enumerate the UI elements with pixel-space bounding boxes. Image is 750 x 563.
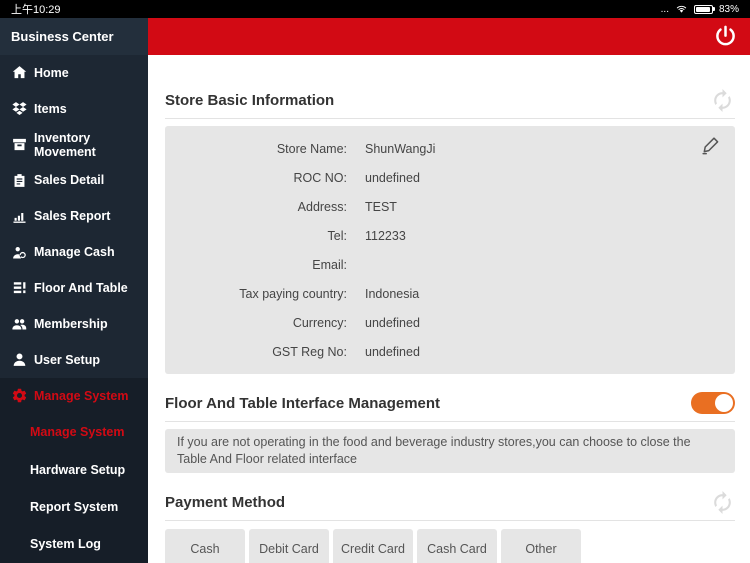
field-value: undefined [365,315,420,330]
payment-methods-row: Cash Debit Card Credit Card Cash Card Ot… [165,529,735,563]
sidebar-subitem-report-system[interactable]: Report System [0,488,148,525]
main-area: Store Basic Information Store Name: ShunW… [148,18,750,563]
field-row: ROC NO: undefined [293,170,420,185]
sidebar-title: Business Center [0,18,148,55]
sidebar-item-inventory-movement[interactable]: Inventory Movement [0,127,148,163]
wifi-icon [676,5,687,13]
sidebar-subitem-manage-system[interactable]: Manage System [0,413,148,450]
sidebar-item-sales-detail[interactable]: Sales Detail [0,163,148,199]
divider [165,421,735,422]
field-row: Currency: undefined [292,315,420,330]
sidebar-item-items[interactable]: Items [0,91,148,127]
sidebar-subitem-system-log[interactable]: System Log [0,526,148,563]
cash-person-icon [13,246,26,259]
sidebar-item-user-setup[interactable]: User Setup [0,342,148,378]
clipboard-icon [14,174,25,187]
sidebar-submenu: Manage System Hardware Setup Report Syst… [0,413,148,563]
status-icons: ... 83% [661,3,739,15]
sync-icon [714,490,731,514]
payment-debit-card-button[interactable]: Debit Card [249,529,329,563]
battery-icon [693,4,715,14]
field-row: GST Reg No: undefined [272,344,420,359]
field-row: Store Name: ShunWangJi [276,141,436,156]
pencil-icon [702,137,719,155]
home-icon [12,66,27,79]
payment-cash-card-button[interactable]: Cash Card [417,529,497,563]
floor-table-toggle[interactable] [691,392,735,414]
sidebar-item-manage-cash[interactable]: Manage Cash [0,234,148,270]
field-value: Indonesia [365,286,420,301]
section-title: Payment Method [165,493,286,511]
field-value: undefined [365,344,420,359]
gear-icon [12,388,27,403]
inventory-icon [13,138,26,151]
section-title: Store Basic Information [165,91,335,109]
sidebar-item-membership[interactable]: Membership [0,306,148,342]
floor-table-header: Floor And Table Interface Management [165,390,735,416]
toggle-knob [715,394,733,412]
payment-other-button[interactable]: Other [501,529,581,563]
sync-icon [714,88,731,112]
field-row: Address: TEST [297,199,397,214]
floor-table-note: If you are not operating in the food and… [165,429,735,473]
divider [165,118,735,119]
status-bar: 上午10:29 ... 83% [0,0,750,18]
sidebar-item-home[interactable]: Home [0,55,148,91]
payment-cash-button[interactable]: Cash [165,529,245,563]
power-icon [716,25,735,46]
status-time: 上午10:29 [11,4,61,16]
field-row: Tax paying country: Indonesia [239,286,420,301]
refresh-payment-button[interactable] [710,490,735,515]
sidebar-item-manage-system[interactable]: Manage System [0,377,148,414]
payment-header: Payment Method [165,489,735,515]
store-info-panel: Store Name: ShunWangJi ROC NO: undefined A… [165,126,735,374]
sidebar-subitem-hardware-setup[interactable]: Hardware Setup [0,451,148,488]
field-value: undefined [365,170,420,185]
bar-chart-icon [13,212,26,223]
field-value: 112233 [365,228,406,243]
list-alert-icon [13,282,26,294]
sidebar: Business Center Home Items Inventory Mov… [0,18,148,563]
sidebar-item-floor-and-table[interactable]: Floor And Table [0,270,148,306]
field-value: TEST [365,199,397,214]
person-icon [13,353,26,367]
more-dots-icon: ... [660,3,669,15]
screen: 上午10:29 ... 83% Business Center Home Ite… [0,0,750,563]
edit-store-info-button[interactable] [699,134,723,158]
items-icon [12,102,27,116]
field-row: Email: [312,257,347,272]
app-header-bar [148,18,750,55]
content: Store Basic Information Store Name: ShunW… [148,55,750,563]
field-value: ShunWangJi [365,141,436,156]
people-icon [12,319,27,330]
sidebar-item-sales-report[interactable]: Sales Report [0,198,148,234]
store-info-header: Store Basic Information [165,87,735,113]
payment-credit-card-button[interactable]: Credit Card [333,529,413,563]
field-row: Tel: 112233 [327,228,406,243]
section-title: Floor And Table Interface Management [165,394,441,412]
divider [165,520,735,521]
refresh-store-info-button[interactable] [710,88,735,113]
power-button[interactable] [713,24,738,49]
battery-percent: 83% [718,3,739,15]
